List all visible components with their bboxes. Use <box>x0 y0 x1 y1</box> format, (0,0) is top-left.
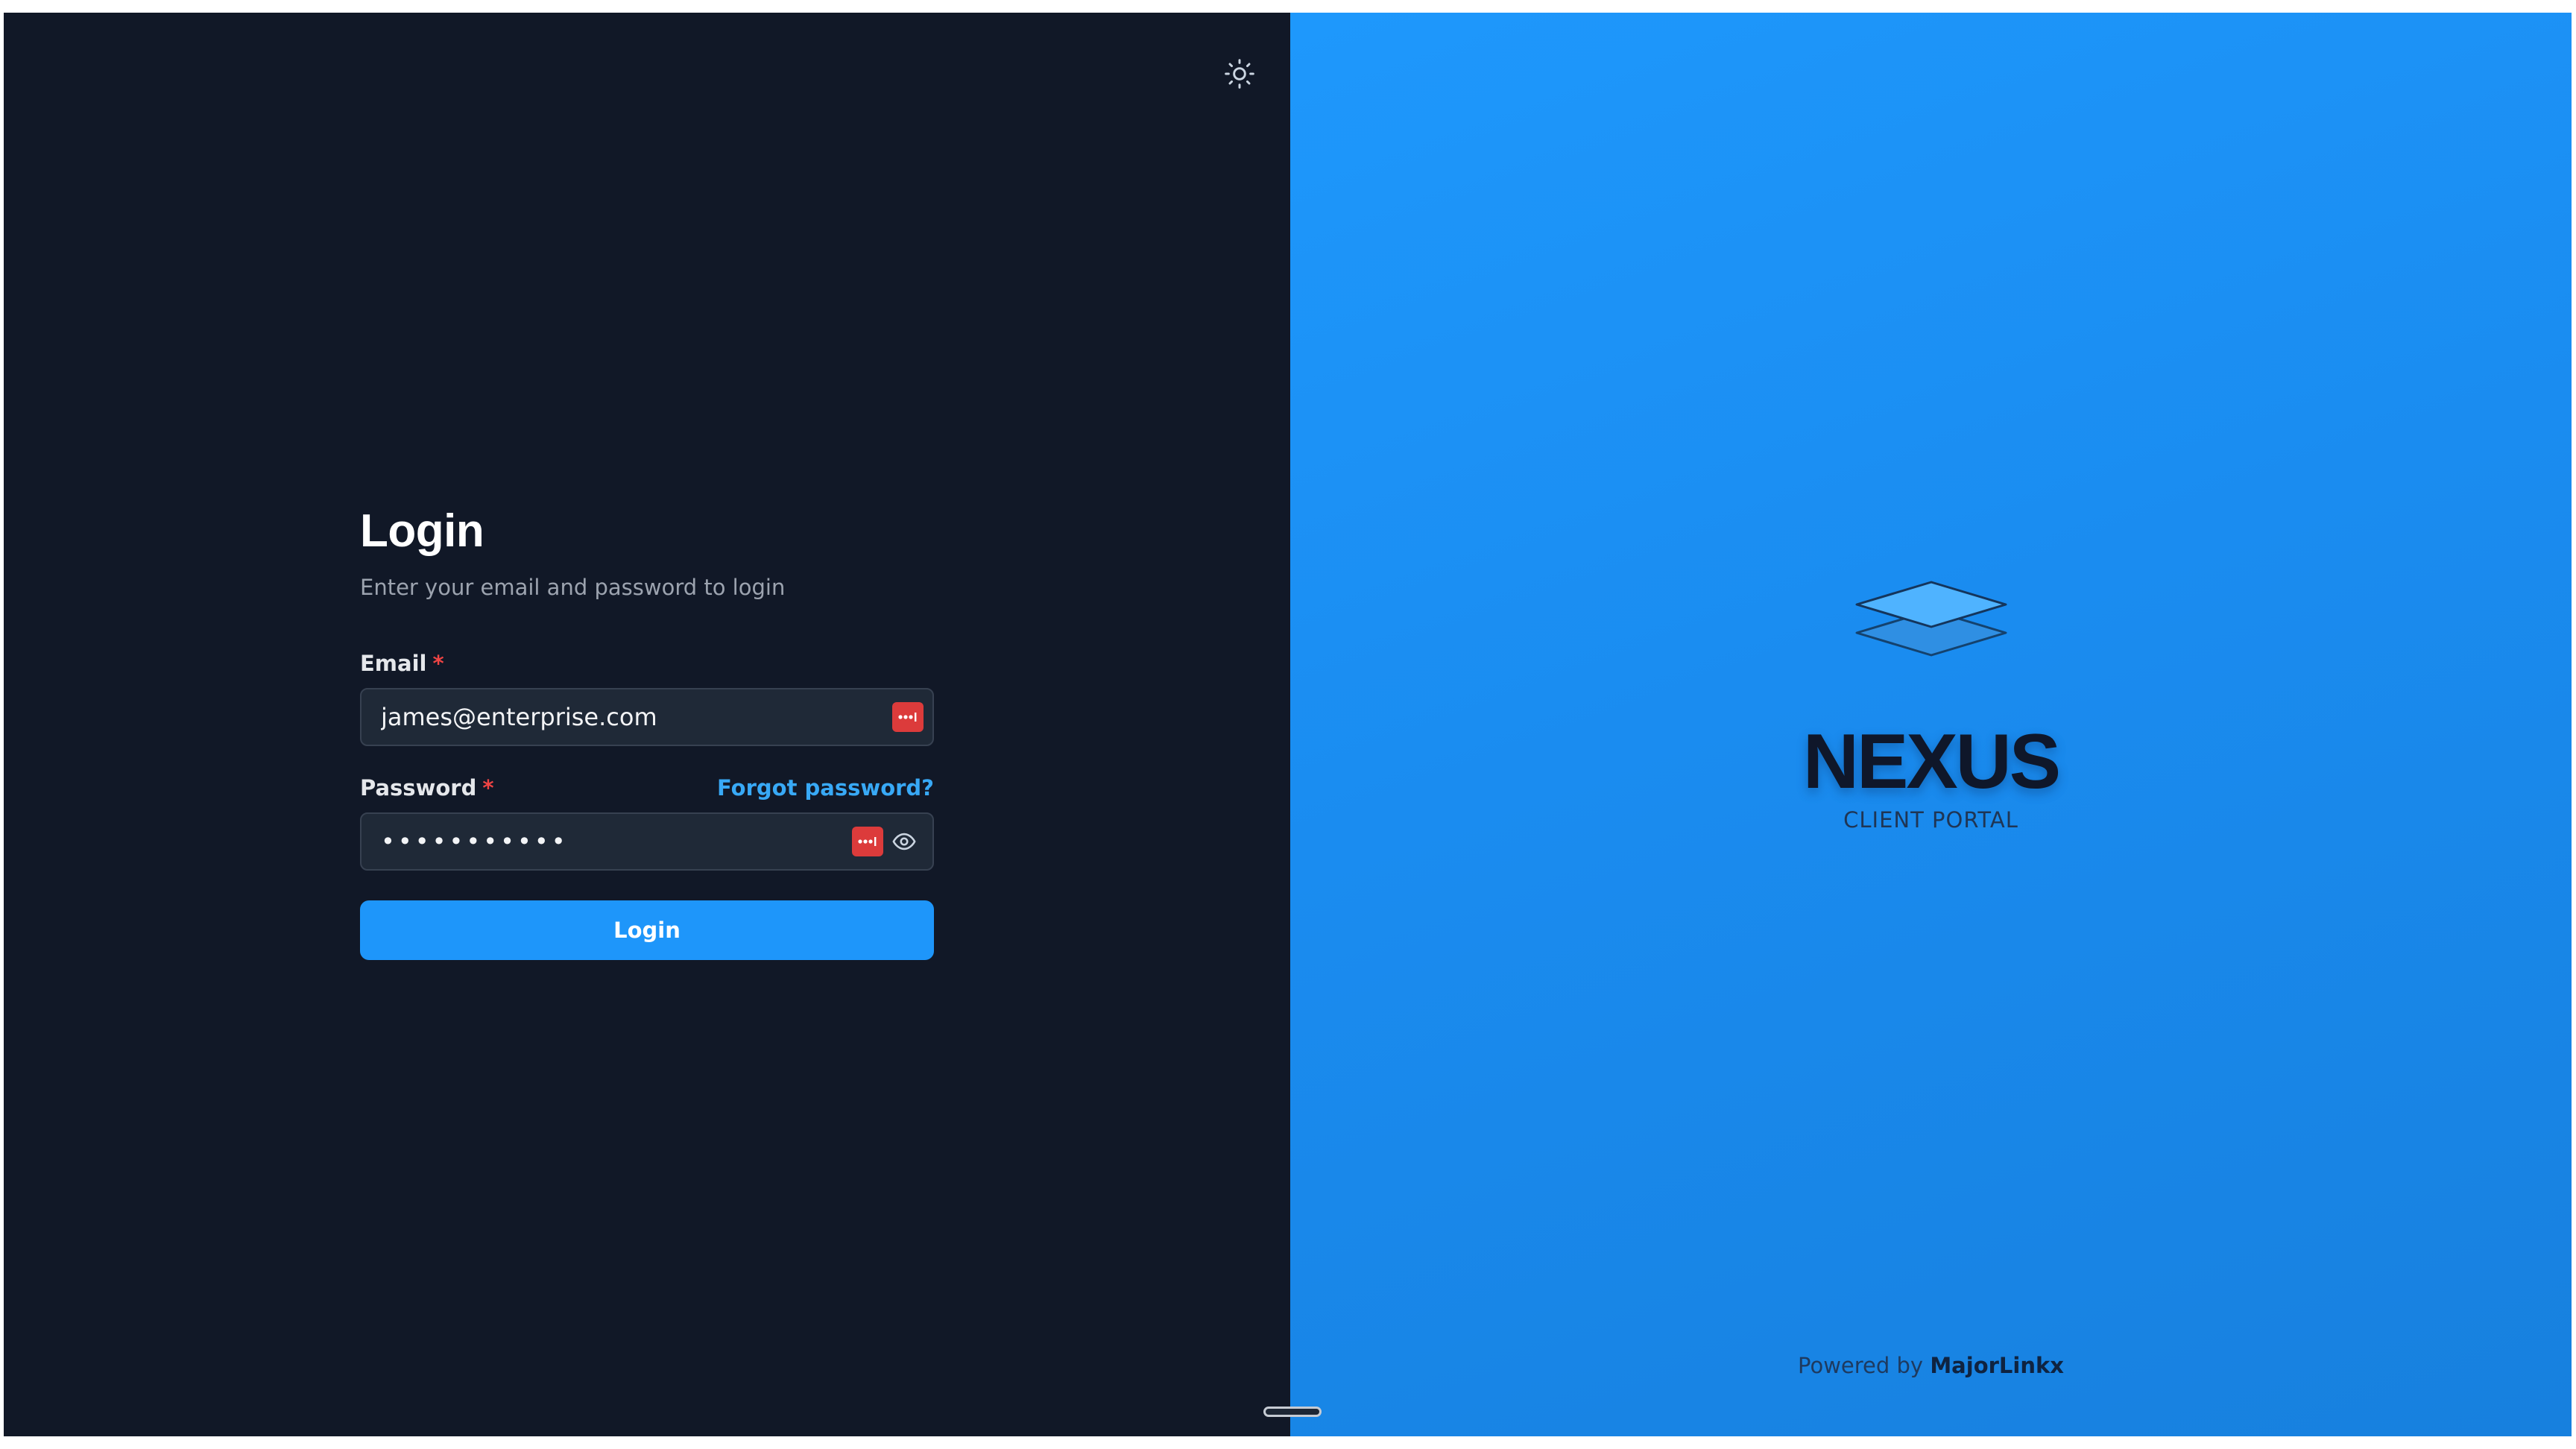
email-label-text: Email <box>360 651 427 676</box>
brand-name: NEXUS <box>1802 719 2061 805</box>
login-form: Login Enter your email and password to l… <box>360 501 934 960</box>
password-label-text: Password <box>360 775 477 801</box>
powered-by-footer: Powered by MajorLinkx <box>1290 1353 2572 1378</box>
password-label-row: Password * Forgot password? <box>360 773 934 803</box>
password-manager-icon[interactable] <box>892 702 924 732</box>
login-button[interactable]: Login <box>360 900 934 960</box>
eye-icon <box>892 833 916 850</box>
show-password-button[interactable] <box>889 827 919 856</box>
password-manager-icon[interactable] <box>852 827 883 856</box>
theme-toggle-button[interactable] <box>1220 54 1259 93</box>
page-subtitle: Enter your email and password to login <box>360 575 786 600</box>
required-marker: * <box>482 775 494 801</box>
powered-by-prefix: Powered by <box>1798 1353 1924 1378</box>
password-manager-dots-icon <box>858 837 877 846</box>
page-title: Login <box>360 505 484 557</box>
sun-icon <box>1225 59 1254 89</box>
brand-tagline: CLIENT PORTAL <box>1843 807 2018 833</box>
password-input[interactable] <box>362 814 852 869</box>
forgot-password-link[interactable]: Forgot password? <box>717 775 934 801</box>
pane-resize-handle[interactable] <box>1263 1407 1322 1417</box>
password-field-wrapper <box>360 812 934 871</box>
email-label: Email * <box>360 651 444 676</box>
powered-by-company: MajorLinkx <box>1930 1353 2064 1378</box>
email-label-row: Email * <box>360 648 934 678</box>
password-label: Password * <box>360 775 494 801</box>
brand-block: NEXUS CLIENT PORTAL <box>1290 579 2572 833</box>
email-field-wrapper <box>360 688 934 746</box>
app-window: Login Enter your email and password to l… <box>4 13 2572 1436</box>
required-marker: * <box>432 651 444 676</box>
email-input[interactable] <box>362 689 892 745</box>
layers-icon <box>1855 581 2007 657</box>
brand-pane: NEXUS CLIENT PORTAL Powered by MajorLink… <box>1290 13 2572 1436</box>
password-manager-dots-icon <box>898 713 917 722</box>
login-pane: Login Enter your email and password to l… <box>4 13 1290 1436</box>
